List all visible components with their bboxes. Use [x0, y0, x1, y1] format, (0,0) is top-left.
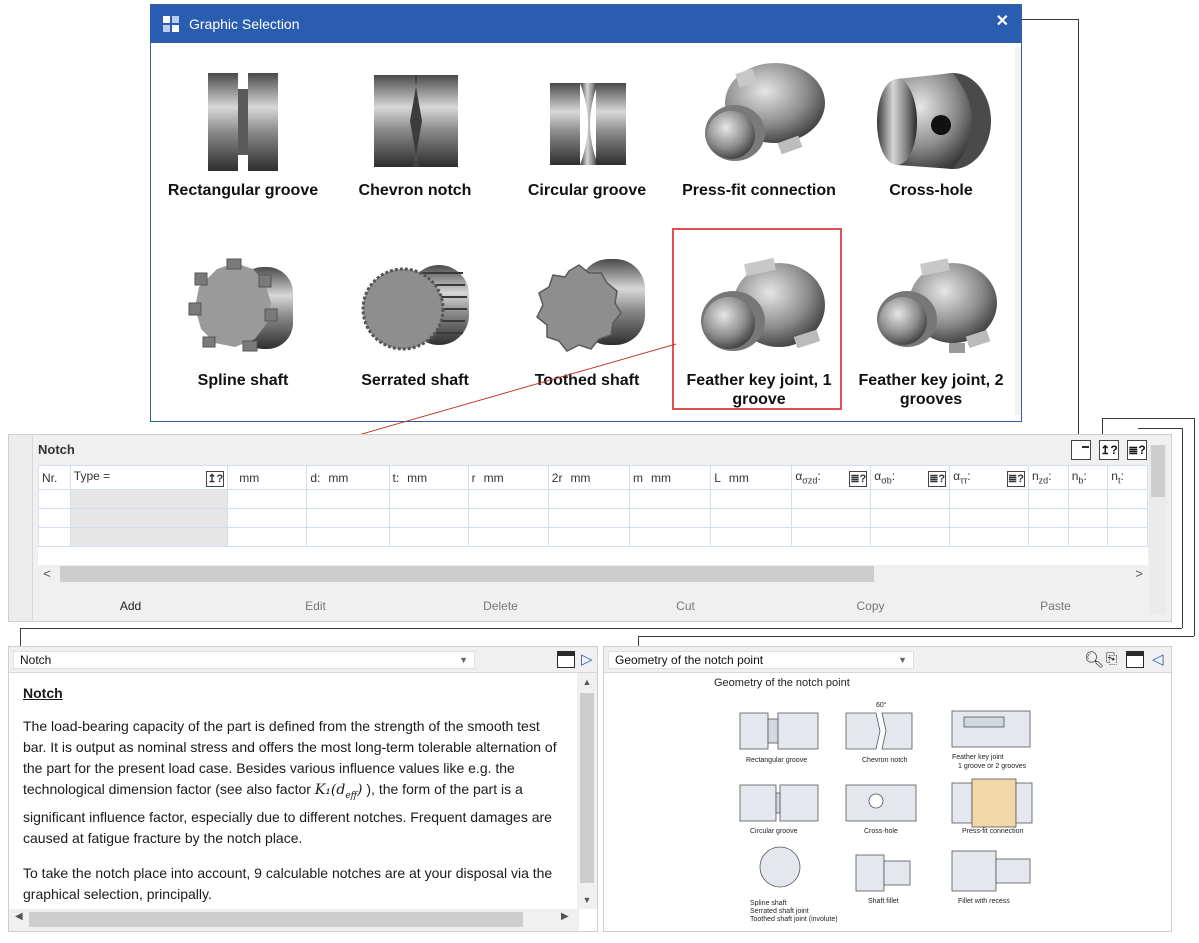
col-2r: 2r mm — [547, 465, 630, 490]
export-icon[interactable]: ⎘ — [1106, 650, 1117, 667]
geo-label-spline2: Serrated shaft joint — [750, 908, 809, 915]
help-list-icon[interactable]: ≣? — [928, 470, 947, 487]
help-list-icon[interactable]: ≣? — [1006, 470, 1025, 487]
edit-type-icon[interactable]: ↥? — [206, 470, 225, 487]
scroll-thumb[interactable] — [1151, 445, 1165, 497]
geometry-panel-header: Geometry of the notch point ▼ 🔍︎ ⎘ ◁ — [604, 647, 1171, 673]
help-content: Notch The load-bearing capacity of the p… — [9, 673, 577, 909]
help-panel-header: Notch ▼ ▷ — [9, 647, 597, 673]
col-d: d: mm — [306, 465, 390, 490]
collapse-icon[interactable]: ◁ — [1152, 650, 1164, 668]
panel-strip — [9, 435, 33, 621]
notch-toolbar: ↥? ≣? — [1071, 440, 1147, 460]
geo-label-rect: Rectangular groove — [746, 757, 807, 764]
geo-label-spline3: Toothed shaft joint (involute) — [750, 916, 838, 923]
scroll-down-icon[interactable]: ▼ — [577, 895, 597, 905]
geo-label-recess: Fillet with recess — [958, 898, 1010, 905]
geo-label-key2: 1 groove or 2 grooves — [958, 763, 1027, 770]
help-heading: Notch — [23, 685, 63, 701]
geo-label-spline1: Spline shaft — [750, 900, 787, 907]
scroll-left-icon[interactable]: < — [38, 565, 56, 583]
delete-button[interactable]: Delete — [417, 593, 584, 619]
geo-label-deg: 60° — [876, 701, 887, 709]
table-row[interactable] — [38, 527, 1148, 547]
edit-type-icon[interactable]: ↥? — [1099, 440, 1119, 460]
table-header: Nr. Type = ↥? mm d: mm t: mm r mm 2r mm m mm L… — [38, 465, 1148, 490]
help-paragraph: To take the notch place into account, 9 … — [23, 864, 553, 902]
geometry-panel: Geometry of the notch point ▼ 🔍︎ ⎘ ◁ Geo… — [603, 646, 1172, 932]
geometry-select[interactable]: Geometry of the notch point ▼ — [608, 651, 914, 669]
col-type: Type = ↥? — [69, 465, 229, 490]
help-paragraph: The load-bearing capacity of the part is… — [23, 718, 557, 846]
col-nr: Nr. — [38, 465, 71, 490]
col-alpha-b: ασb: ≣? — [870, 465, 951, 490]
geo-label-pressfit: Press-fit connection — [962, 828, 1024, 835]
help-topic-select[interactable]: Notch ▼ — [13, 651, 475, 669]
table-row[interactable] — [38, 489, 1148, 509]
geo-label-key: Feather key joint — [952, 754, 1004, 761]
help-horizontal-scrollbar[interactable]: ◀ ▶ — [9, 909, 579, 931]
paste-button[interactable]: Paste — [972, 593, 1139, 619]
geometry-select-value: Geometry of the notch point — [615, 653, 764, 667]
graphic-selection-icon[interactable] — [1071, 440, 1091, 460]
geo-label-chevron: Chevron notch — [862, 757, 908, 764]
expand-icon[interactable]: ▷ — [581, 650, 593, 668]
geo-label-cross: Cross-hole — [864, 828, 898, 835]
col-n-b: nb: — [1067, 465, 1109, 490]
cut-button[interactable]: Cut — [602, 593, 769, 619]
scroll-thumb[interactable] — [580, 693, 594, 883]
col-m: m mm — [628, 465, 712, 490]
help-list-icon[interactable]: ≣? — [849, 470, 868, 487]
table-button-row: Add Edit Delete Cut Copy Paste — [38, 593, 1148, 619]
table-horizontal-scrollbar[interactable]: < > — [38, 565, 1148, 583]
col-unit: mm — [227, 465, 308, 490]
col-r: r mm — [467, 465, 549, 490]
notch-geometry-drawing: Rectangular groove Chevron notch 60° Fea… — [739, 701, 1033, 923]
window-icon[interactable] — [557, 651, 575, 668]
scroll-right-icon[interactable]: ▶ — [561, 911, 569, 922]
add-button[interactable]: Add — [47, 593, 214, 619]
notch-panel-title: Notch — [38, 442, 75, 457]
chevron-down-icon: ▼ — [459, 655, 468, 665]
col-alpha-zd: ασzd: ≣? — [791, 465, 872, 490]
help-topic-value: Notch — [20, 653, 52, 667]
scroll-left-icon[interactable]: ◀ — [15, 911, 23, 922]
help-panel: Notch ▼ ▷ Notch The load-bearing capacit… — [8, 646, 598, 932]
notch-table: Nr. Type = ↥? mm d: mm t: mm r mm 2r mm m mm L… — [38, 465, 1148, 565]
scroll-thumb[interactable] — [29, 912, 523, 927]
geo-label-fillet: Shaft fillet — [868, 898, 899, 905]
table-row[interactable] — [38, 508, 1148, 528]
geometry-caption: Geometry of the notch point — [714, 677, 850, 689]
col-n-zd: nzd: — [1027, 465, 1069, 490]
geo-label-circular: Circular groove — [750, 828, 798, 835]
edit-button[interactable]: Edit — [232, 593, 399, 619]
scroll-right-icon[interactable]: > — [1130, 565, 1148, 583]
help-vertical-scrollbar[interactable]: ▲ ▼ — [577, 673, 597, 909]
zoom-icon[interactable]: 🔍︎ — [1084, 650, 1104, 670]
table-vertical-scrollbar[interactable] — [1149, 445, 1167, 615]
chevron-down-icon: ▼ — [898, 655, 907, 665]
help-list-icon[interactable]: ≣? — [1127, 440, 1147, 460]
copy-button[interactable]: Copy — [787, 593, 954, 619]
col-l: Lmm — [710, 465, 793, 490]
scroll-thumb[interactable] — [60, 566, 874, 582]
col-n-t: nt: — [1107, 465, 1148, 490]
col-t: t: mm — [388, 465, 469, 490]
scroll-up-icon[interactable]: ▲ — [577, 677, 597, 687]
notch-panel: Notch ↥? ≣? Nr. Type = ↥? mm d: mm t: mm rm… — [8, 434, 1172, 622]
col-alpha-t: αττ: ≣? — [949, 465, 1029, 490]
window-icon[interactable] — [1126, 651, 1144, 668]
